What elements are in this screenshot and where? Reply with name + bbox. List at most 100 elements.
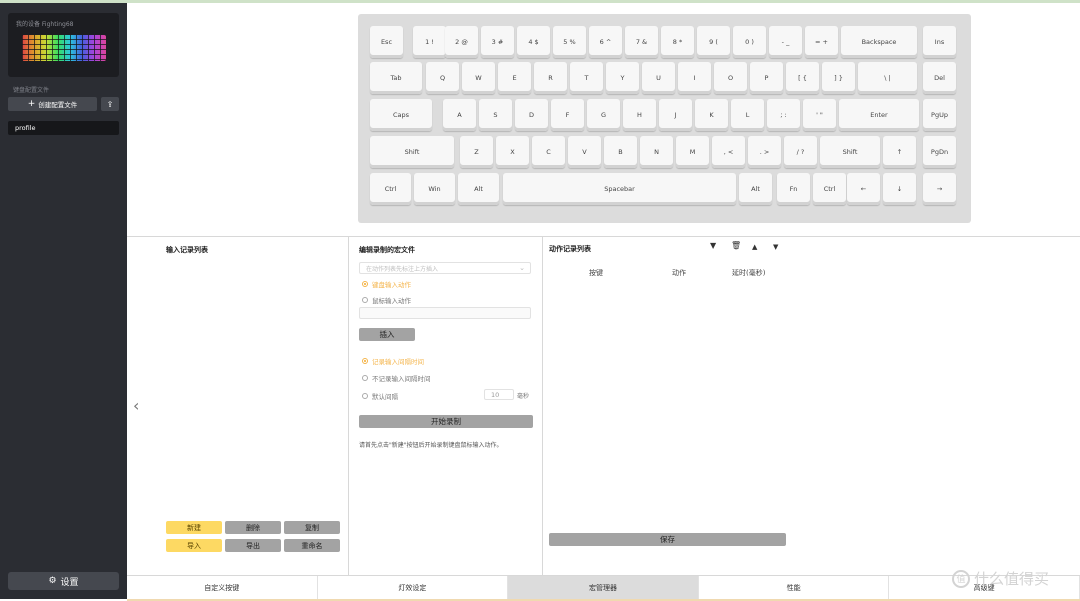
arrow-down-icon[interactable]: ▼ [773, 243, 778, 251]
rename-button[interactable]: 重命名 [284, 539, 340, 552]
key-r0-8-8[interactable]: 8 * [661, 26, 694, 58]
key-r3-1-z[interactable]: Z [460, 136, 493, 168]
arrow-up-icon[interactable]: ▲ [752, 243, 757, 251]
radio-default-interval[interactable]: 默认间隔 [362, 391, 398, 401]
key-r0-10-0[interactable]: 0 ) [733, 26, 766, 58]
radio-keyboard-action[interactable]: 键盘输入动作 [362, 279, 411, 289]
key-r0-14-ins[interactable]: Ins [923, 26, 956, 58]
import-button[interactable]: 导入 [166, 539, 222, 552]
key-r2-2-s[interactable]: S [479, 99, 512, 131]
radio-mouse-action[interactable]: 鼠标输入动作 [362, 295, 411, 305]
key-r3-0-shift[interactable]: Shift [370, 136, 454, 168]
default-interval-input[interactable]: 10 [484, 389, 514, 400]
key-r1-6-y[interactable]: Y [606, 62, 639, 94]
radio-no-interval[interactable]: 不记录输入间隔时间 [362, 373, 431, 383]
key-r1-9-o[interactable]: O [714, 62, 747, 94]
key-r3-6-n[interactable]: N [640, 136, 673, 168]
key-r2-13-pgup[interactable]: PgUp [923, 99, 956, 131]
key-r0-12-symbol[interactable]: = + [805, 26, 838, 58]
key-r4-4-alt[interactable]: Alt [739, 173, 772, 205]
key-r0-7-7[interactable]: 7 & [625, 26, 658, 58]
key-r2-11-symbol[interactable]: ' " [803, 99, 836, 131]
key-r1-0-tab[interactable]: Tab [370, 62, 422, 94]
key-r2-0-caps[interactable]: Caps [370, 99, 432, 131]
pin-icon[interactable]: ▼ [710, 241, 716, 250]
insert-position-select[interactable]: 在动作列表先标注上方插入 ⌄ [359, 262, 531, 274]
key-r1-8-i[interactable]: I [678, 62, 711, 94]
key-r4-8-symbol[interactable]: ↓ [883, 173, 916, 205]
key-r1-4-r[interactable]: R [534, 62, 567, 94]
key-r2-10-symbol[interactable]: ; : [767, 99, 800, 131]
key-r1-1-q[interactable]: Q [426, 62, 459, 94]
key-r2-5-g[interactable]: G [587, 99, 620, 131]
key-r0-5-5[interactable]: 5 % [553, 26, 586, 58]
tab-lighting[interactable]: 灯效设定 [317, 576, 509, 599]
key-r0-2-2[interactable]: 2 @ [445, 26, 478, 58]
key-r3-10-symbol[interactable]: / ? [784, 136, 817, 168]
key-r1-7-u[interactable]: U [642, 62, 675, 94]
key-r1-3-e[interactable]: E [498, 62, 531, 94]
key-r1-11-symbol[interactable]: [ { [786, 62, 819, 94]
upload-profile-button[interactable]: ⇪ [101, 97, 119, 111]
save-button[interactable]: 保存 [549, 533, 786, 546]
key-r2-8-k[interactable]: K [695, 99, 728, 131]
tab-custom-keys[interactable]: 自定义按键 [127, 576, 318, 599]
key-r1-14-del[interactable]: Del [923, 62, 956, 94]
key-r4-7-symbol[interactable]: ← [847, 173, 880, 205]
create-profile-button[interactable]: + 创建配置文件 [8, 97, 97, 111]
key-r3-9-symbol[interactable]: . > [748, 136, 781, 168]
key-r0-1-1[interactable]: 1 ! [413, 26, 446, 58]
key-r3-7-m[interactable]: M [676, 136, 709, 168]
key-r1-2-w[interactable]: W [462, 62, 495, 94]
key-r0-0-esc[interactable]: Esc [370, 26, 403, 58]
copy-button[interactable]: 复制 [284, 521, 340, 534]
key-r4-2-alt[interactable]: Alt [458, 173, 499, 205]
key-r3-12-symbol[interactable]: ↑ [883, 136, 916, 168]
key-r0-3-3[interactable]: 3 # [481, 26, 514, 58]
key-r4-5-fn[interactable]: Fn [777, 173, 810, 205]
key-r4-1-win[interactable]: Win [414, 173, 455, 205]
key-r0-13-backspace[interactable]: Backspace [841, 26, 917, 58]
key-r3-8-symbol[interactable]: , < [712, 136, 745, 168]
key-r0-4-4[interactable]: 4 $ [517, 26, 550, 58]
chevron-left-icon[interactable]: ‹ [133, 396, 139, 415]
key-r3-3-c[interactable]: C [532, 136, 565, 168]
key-r3-11-shift[interactable]: Shift [820, 136, 880, 168]
key-r2-7-j[interactable]: J [659, 99, 692, 131]
action-input[interactable] [359, 307, 531, 319]
key-r4-9-symbol[interactable]: → [923, 173, 956, 205]
key-r3-4-v[interactable]: V [568, 136, 601, 168]
start-recording-button[interactable]: 开始录制 [359, 415, 533, 428]
profile-item[interactable]: profile [8, 121, 119, 135]
key-r2-1-a[interactable]: A [443, 99, 476, 131]
key-r2-6-h[interactable]: H [623, 99, 656, 131]
radio-record-interval[interactable]: 记录输入间隔时间 [362, 356, 424, 366]
tab-performance[interactable]: 性能 [698, 576, 890, 599]
column-action: 动作 [672, 269, 686, 277]
key-r2-4-f[interactable]: F [551, 99, 584, 131]
key-r3-13-pgdn[interactable]: PgDn [923, 136, 956, 168]
key-r0-6-6[interactable]: 6 ^ [589, 26, 622, 58]
tab-macro-manager[interactable]: 宏管理器 [508, 576, 699, 599]
trash-icon[interactable]: 🗑 [731, 241, 741, 250]
key-r3-5-b[interactable]: B [604, 136, 637, 168]
delete-button[interactable]: 删除 [225, 521, 281, 534]
key-r4-0-ctrl[interactable]: Ctrl [370, 173, 411, 205]
key-r2-9-l[interactable]: L [731, 99, 764, 131]
device-card[interactable]: 我的设备 Fighting68 [8, 13, 119, 77]
key-r1-5-t[interactable]: T [570, 62, 603, 94]
key-r4-6-ctrl[interactable]: Ctrl [813, 173, 846, 205]
key-r0-11-symbol[interactable]: - _ [769, 26, 802, 58]
key-r2-3-d[interactable]: D [515, 99, 548, 131]
export-button[interactable]: 导出 [225, 539, 281, 552]
key-r1-13-symbol[interactable]: \ | [858, 62, 917, 94]
new-button[interactable]: 新建 [166, 521, 222, 534]
key-r0-9-9[interactable]: 9 ( [697, 26, 730, 58]
insert-button[interactable]: 插入 [359, 328, 415, 341]
key-r4-3-spacebar[interactable]: Spacebar [503, 173, 736, 205]
key-r2-12-enter[interactable]: Enter [839, 99, 919, 131]
key-r3-2-x[interactable]: X [496, 136, 529, 168]
key-r1-10-p[interactable]: P [750, 62, 783, 94]
settings-button[interactable]: ⚙ 设置 [8, 572, 119, 590]
key-r1-12-symbol[interactable]: ] } [822, 62, 855, 94]
